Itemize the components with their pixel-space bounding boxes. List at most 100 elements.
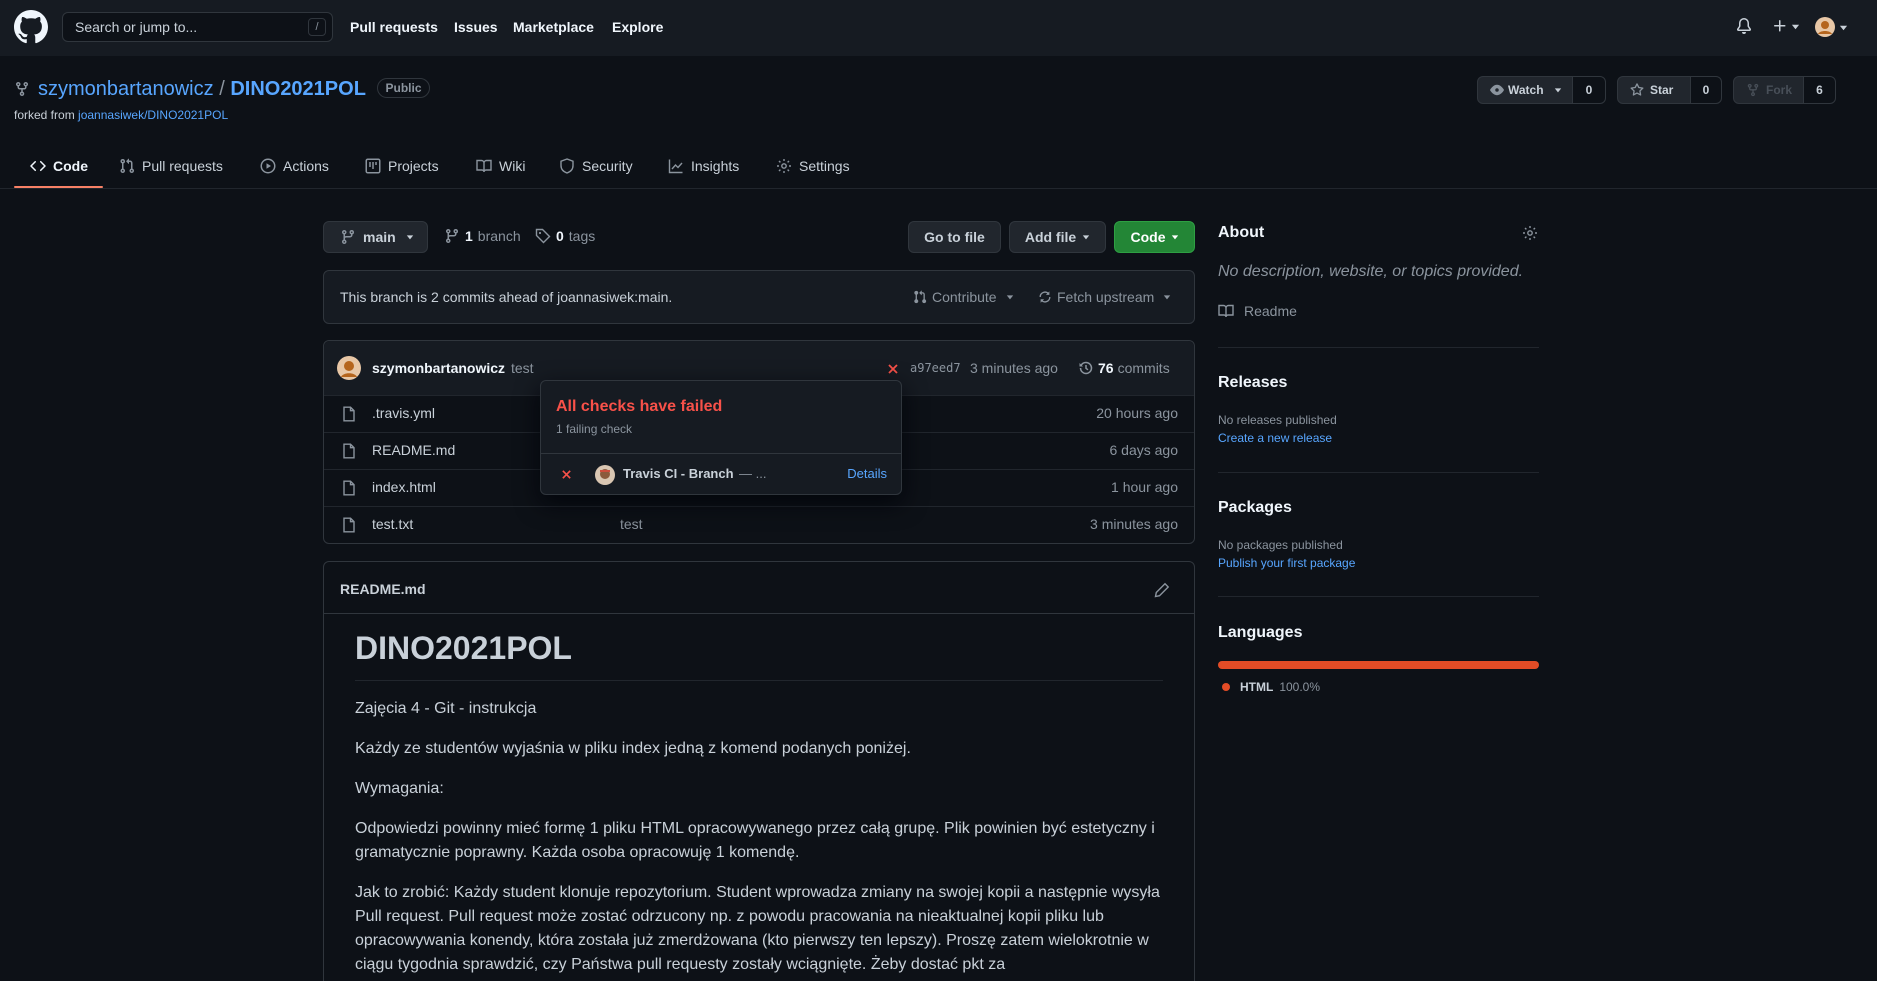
- file-name[interactable]: test.txt: [372, 516, 413, 532]
- watch-label: Watch: [1508, 83, 1544, 97]
- contribute-dropdown[interactable]: Contribute: [913, 289, 1014, 305]
- tab-wiki-label: Wiki: [499, 158, 526, 174]
- packages-text: No packages published: [1218, 538, 1343, 552]
- releases-title[interactable]: Releases: [1218, 374, 1287, 392]
- readme-link-label: Readme: [1244, 303, 1297, 319]
- readme-paragraph: Wymagania:: [355, 780, 444, 797]
- commit-sha[interactable]: a97eed7: [910, 361, 961, 375]
- code-icon: [30, 160, 46, 172]
- language-entry[interactable]: HTML 100.0%: [1222, 680, 1320, 694]
- user-menu[interactable]: [1815, 17, 1848, 37]
- shield-icon: [560, 158, 574, 174]
- gear-icon[interactable]: [1522, 225, 1538, 241]
- star-count[interactable]: 0: [1690, 76, 1722, 104]
- file-time: 1 hour ago: [1111, 479, 1178, 495]
- add-file-label: Add file: [1024, 229, 1077, 245]
- commits-link[interactable]: 76 commits: [1078, 360, 1170, 376]
- branch-selector[interactable]: main: [323, 221, 428, 253]
- tags-link[interactable]: 0 tags: [535, 228, 595, 244]
- sidebar-divider: [1218, 596, 1539, 597]
- fetch-upstream-label: Fetch upstream: [1057, 289, 1155, 305]
- star-button[interactable]: Star: [1617, 76, 1691, 104]
- check-details-link[interactable]: Details: [847, 466, 887, 481]
- add-file-button[interactable]: Add file: [1009, 221, 1106, 253]
- tag-count: 0: [556, 228, 564, 244]
- fetch-upstream-dropdown[interactable]: Fetch upstream: [1038, 289, 1171, 305]
- nav-pull-requests[interactable]: Pull requests: [350, 19, 438, 35]
- create-release-link[interactable]: Create a new release: [1218, 431, 1332, 445]
- file-row[interactable]: test.txt test 3 minutes ago: [324, 506, 1194, 543]
- repo-title: szymonbartanowicz / DINO2021POL Public: [38, 78, 430, 101]
- check-row[interactable]: Travis CI - Branch — ... Details: [541, 454, 901, 495]
- caret-down-icon: [1791, 24, 1800, 29]
- readme-paragraph: Jak to zrobić: Każdy student klonuje rep…: [355, 884, 1160, 973]
- slash-shortcut-badge: /: [308, 18, 326, 36]
- tab-code[interactable]: Code: [30, 155, 88, 177]
- language-bar-html-fill: [1218, 661, 1539, 669]
- tabs-divider: [0, 188, 1877, 189]
- project-icon: [365, 158, 381, 174]
- failed-check-x-icon[interactable]: [887, 363, 899, 375]
- readme-link[interactable]: Readme: [1218, 303, 1297, 319]
- file-name[interactable]: README.md: [372, 442, 455, 458]
- file-time: 20 hours ago: [1096, 405, 1178, 421]
- create-new-dropdown[interactable]: [1772, 18, 1800, 34]
- tab-wiki[interactable]: Wiki: [476, 155, 525, 177]
- sync-icon: [1039, 291, 1051, 303]
- book-icon: [1218, 304, 1234, 318]
- fork-count[interactable]: 6: [1803, 76, 1836, 104]
- file-commit-message[interactable]: test: [620, 516, 643, 532]
- readme-paragraph: Odpowiedzi powinny mieć formę 1 pliku HT…: [355, 820, 1155, 861]
- language-name: HTML: [1240, 680, 1274, 694]
- commit-author[interactable]: szymonbartanowicz: [372, 360, 505, 376]
- go-to-file-button[interactable]: Go to file: [908, 221, 1001, 253]
- file-name[interactable]: index.html: [372, 479, 436, 495]
- about-title: About: [1218, 224, 1265, 241]
- watch-button[interactable]: Watch: [1477, 76, 1573, 104]
- commit-message[interactable]: test: [511, 360, 534, 376]
- pencil-icon[interactable]: [1154, 582, 1170, 598]
- bell-icon[interactable]: [1736, 18, 1752, 34]
- tab-pull-requests[interactable]: Pull requests: [119, 155, 223, 177]
- failed-check-x-icon: [562, 470, 571, 479]
- repo-name-link[interactable]: DINO2021POL: [230, 78, 366, 100]
- star-label: Star: [1650, 83, 1674, 97]
- nav-issues[interactable]: Issues: [454, 19, 498, 35]
- watch-count[interactable]: 0: [1572, 76, 1606, 104]
- repo-owner-link[interactable]: szymonbartanowicz: [38, 78, 214, 100]
- file-name[interactable]: .travis.yml: [372, 405, 435, 421]
- readme-filename[interactable]: README.md: [340, 581, 426, 597]
- caret-down-icon: [406, 235, 413, 240]
- code-button[interactable]: Code: [1114, 221, 1195, 253]
- nav-marketplace[interactable]: Marketplace: [513, 19, 594, 35]
- code-button-label: Code: [1130, 229, 1166, 245]
- search-placeholder: Search or jump to...: [75, 19, 198, 35]
- fork-button[interactable]: Fork: [1733, 76, 1804, 104]
- avatar: [1815, 17, 1835, 37]
- tab-insights[interactable]: Insights: [668, 155, 739, 177]
- tab-settings-label: Settings: [799, 158, 850, 174]
- ahead-message: This branch is 2 commits ahead of joanna…: [340, 289, 673, 305]
- search-input[interactable]: Search or jump to... /: [62, 12, 333, 42]
- branches-link[interactable]: 1 branch: [444, 228, 521, 244]
- releases-text: No releases published: [1218, 413, 1337, 427]
- branch-name: main: [363, 229, 396, 245]
- nav-explore[interactable]: Explore: [612, 19, 663, 35]
- tab-actions[interactable]: Actions: [260, 155, 329, 177]
- tab-security[interactable]: Security: [559, 155, 633, 177]
- forked-from-link[interactable]: joannasiwek/DINO2021POL: [78, 108, 228, 122]
- tab-settings[interactable]: Settings: [776, 155, 850, 177]
- commit-count-word: commits: [1117, 360, 1170, 376]
- tab-projects[interactable]: Projects: [365, 155, 439, 177]
- branch-icon: [341, 230, 354, 245]
- readme-paragraph: Każdy ze studentów wyjaśnia w pliku inde…: [355, 740, 911, 757]
- caret-down-icon: [1082, 235, 1090, 240]
- readme-title: DINO2021POL: [355, 630, 572, 666]
- publish-package-link[interactable]: Publish your first package: [1218, 556, 1355, 570]
- github-logo-icon[interactable]: [14, 10, 48, 44]
- forked-prefix: forked from: [14, 108, 75, 122]
- eye-icon: [1490, 84, 1504, 96]
- file-icon: [343, 517, 355, 533]
- packages-title[interactable]: Packages: [1218, 499, 1292, 517]
- play-icon: [260, 158, 276, 174]
